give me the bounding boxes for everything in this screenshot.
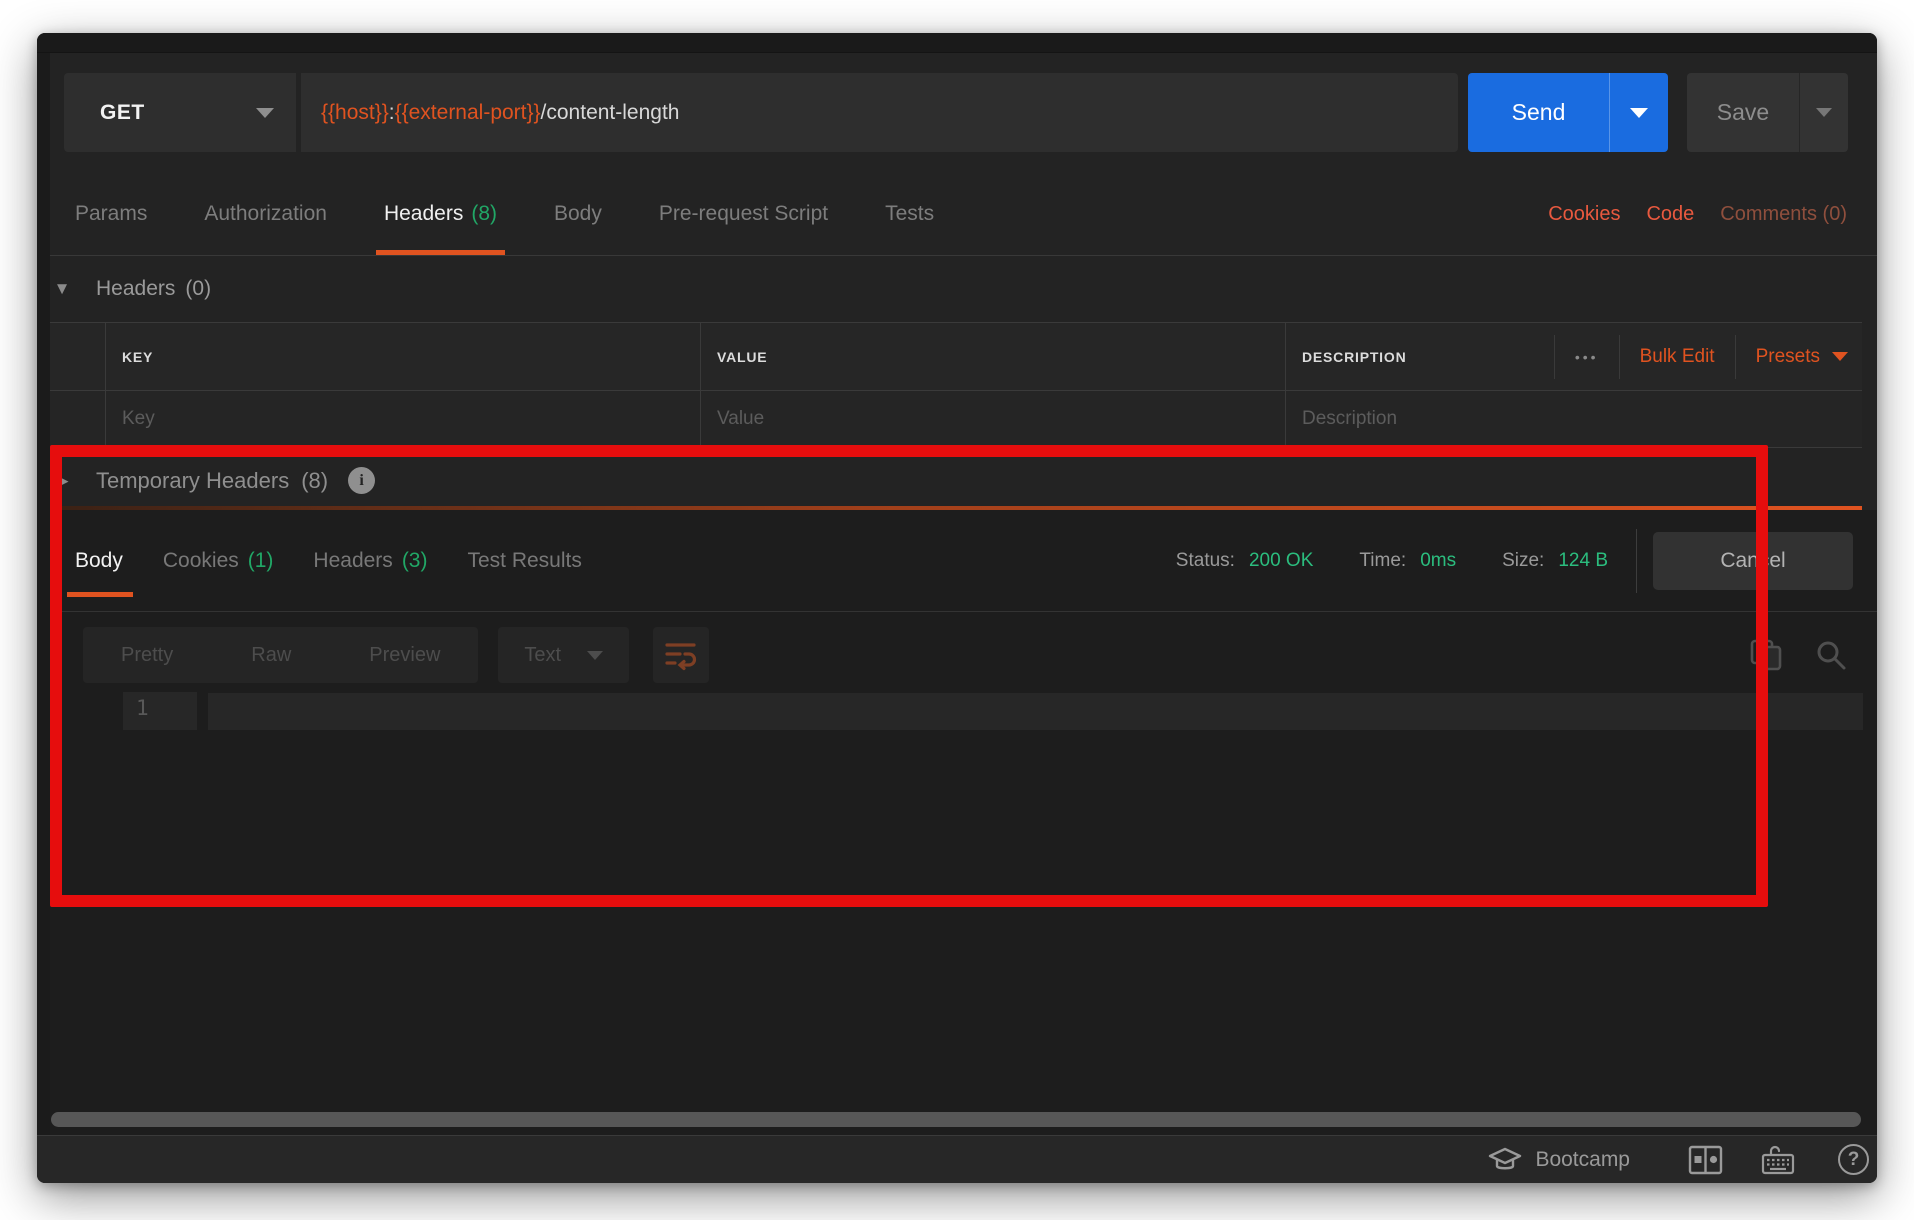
comments-link[interactable]: Comments (0) — [1720, 203, 1847, 226]
divider — [1735, 335, 1736, 379]
chevron-down-icon — [1630, 108, 1648, 118]
headers-section-title: Headers — [96, 277, 175, 301]
presets-button[interactable]: Presets — [1756, 346, 1848, 368]
save-label: Save — [1687, 99, 1799, 126]
tab-headers[interactable]: Headers (8) — [384, 173, 497, 255]
value-column-header: VALUE — [700, 323, 1285, 390]
send-label: Send — [1468, 99, 1609, 126]
key-input-cell — [105, 391, 700, 447]
bootcamp-button[interactable]: Bootcamp — [1487, 1145, 1630, 1175]
value-input-cell — [700, 391, 1285, 447]
tab-body-label: Body — [554, 202, 602, 226]
chevron-down-icon — [256, 108, 274, 118]
graduation-cap-icon — [1487, 1145, 1523, 1175]
key-input[interactable] — [122, 408, 671, 430]
presets-label: Presets — [1756, 346, 1820, 368]
tab-authorization-label: Authorization — [204, 202, 327, 226]
method-label: GET — [100, 101, 256, 125]
request-links: Cookies Code Comments (0) — [1548, 173, 1877, 255]
url-input[interactable]: {{host}} : {{external-port}} /content-le… — [301, 73, 1458, 152]
save-options-button[interactable] — [1800, 108, 1848, 117]
request-tabs: Params Authorization Headers (8) Body Pr… — [50, 173, 1877, 256]
row-handle-cell — [50, 391, 105, 447]
left-edge-strip — [37, 53, 50, 1135]
url-port-variable: {{external-port}} — [395, 101, 541, 125]
bulk-edit-button[interactable]: Bulk Edit — [1640, 346, 1715, 368]
collapse-down-icon: ▼ — [50, 279, 74, 299]
description-column-header: DESCRIPTION ••• Bulk Edit Presets — [1285, 323, 1862, 390]
headers-table-input-row — [50, 391, 1862, 448]
bootcamp-label: Bootcamp — [1535, 1148, 1630, 1172]
tab-prerequest-label: Pre-request Script — [659, 202, 828, 226]
row-handle-column — [50, 323, 105, 390]
search-icon[interactable] — [1813, 637, 1849, 673]
description-column-label: DESCRIPTION — [1302, 349, 1406, 365]
two-pane-view-icon[interactable] — [1688, 1144, 1723, 1176]
headers-section-count: (0) — [185, 277, 211, 301]
help-glyph: ? — [1848, 1149, 1860, 1171]
divider — [1554, 335, 1555, 379]
annotation-rectangle — [50, 445, 1768, 907]
tab-params[interactable]: Params — [75, 173, 147, 255]
status-bar: Bootcamp ? — [37, 1135, 1877, 1183]
chevron-down-icon — [1832, 352, 1848, 361]
headers-table-header-row: KEY VALUE DESCRIPTION ••• Bulk Edit Pres… — [50, 323, 1862, 391]
headers-section-toggle[interactable]: ▼ Headers (0) — [50, 256, 1877, 322]
tab-params-label: Params — [75, 202, 147, 226]
send-button[interactable]: Send — [1468, 73, 1668, 152]
method-select[interactable]: GET — [64, 73, 296, 152]
tab-authorization[interactable]: Authorization — [204, 173, 327, 255]
cookies-link[interactable]: Cookies — [1548, 203, 1620, 226]
value-column-label: VALUE — [717, 349, 767, 365]
window-titlebar — [37, 33, 1877, 53]
tab-tests-label: Tests — [885, 202, 934, 226]
description-input-cell — [1285, 391, 1862, 447]
url-path: /content-length — [541, 101, 680, 125]
tab-body[interactable]: Body — [554, 173, 602, 255]
help-icon[interactable]: ? — [1838, 1144, 1869, 1175]
value-input[interactable] — [717, 408, 1257, 430]
url-host-variable: {{host}} — [321, 101, 389, 125]
more-options-button[interactable]: ••• — [1575, 349, 1599, 365]
save-button[interactable]: Save — [1687, 73, 1848, 152]
screenshot-stage: GET {{host}} : {{external-port}} /conten… — [0, 0, 1914, 1220]
divider — [1619, 335, 1620, 379]
tab-prerequest-script[interactable]: Pre-request Script — [659, 173, 828, 255]
code-link[interactable]: Code — [1646, 203, 1694, 226]
description-input[interactable] — [1302, 408, 1834, 430]
chevron-down-icon — [1816, 108, 1832, 117]
tab-tests[interactable]: Tests — [885, 173, 934, 255]
horizontal-scrollbar[interactable] — [51, 1112, 1861, 1127]
send-options-button[interactable] — [1610, 108, 1668, 118]
headers-table: KEY VALUE DESCRIPTION ••• Bulk Edit Pres… — [50, 322, 1862, 448]
tab-headers-count: (8) — [471, 202, 497, 226]
key-column-header: KEY — [105, 323, 700, 390]
keyboard-shortcuts-icon[interactable] — [1760, 1143, 1796, 1177]
tab-headers-label: Headers — [384, 202, 463, 226]
key-column-label: KEY — [122, 349, 153, 365]
